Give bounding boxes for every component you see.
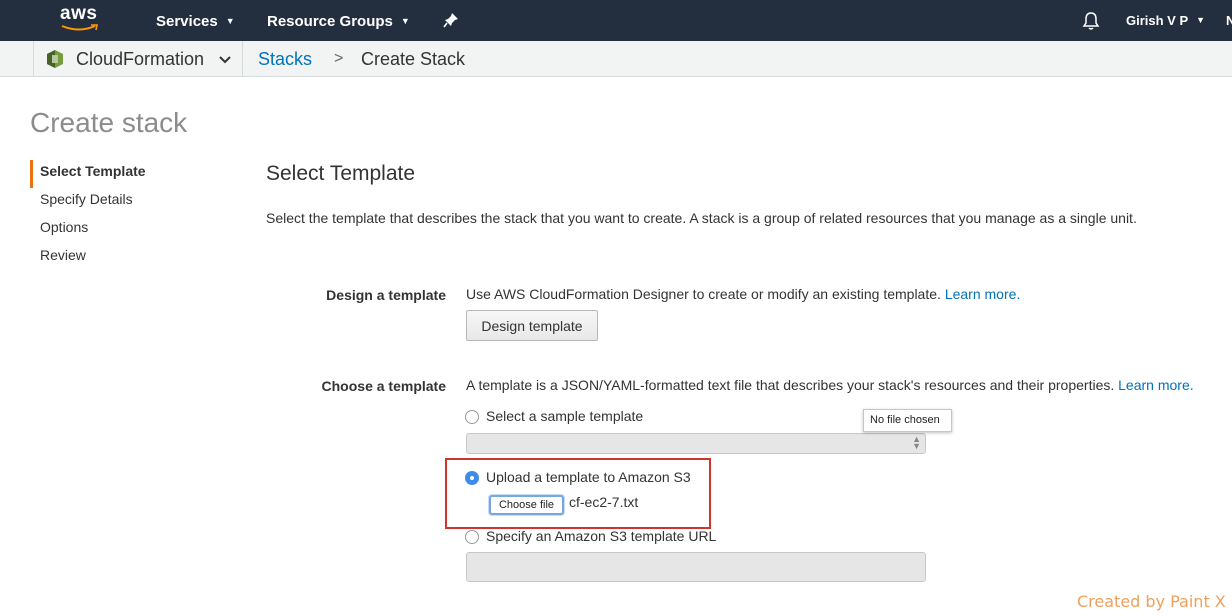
- sample-template-radio[interactable]: [465, 410, 479, 424]
- top-navbar: aws Services ▼ Resource Groups ▼ Girish V …: [0, 0, 1232, 41]
- choose-template-label: Choose a template: [321, 378, 446, 394]
- select-arrows-icon: ▲ ▼: [912, 434, 921, 451]
- s3-url-label[interactable]: Specify an Amazon S3 template URL: [486, 528, 716, 544]
- resource-groups-label: Resource Groups: [267, 13, 393, 30]
- sample-template-label[interactable]: Select a sample template: [486, 408, 643, 424]
- chevron-down-icon: ▼: [1196, 15, 1206, 25]
- breadcrumb-separator: >: [334, 50, 344, 67]
- step-review[interactable]: Review: [30, 244, 146, 272]
- step-select-template[interactable]: Select Template: [30, 160, 146, 188]
- breadcrumb-stacks[interactable]: Stacks: [258, 49, 312, 70]
- services-label: Services: [156, 13, 218, 30]
- choose-file-button[interactable]: Choose file: [489, 495, 564, 515]
- user-name: Girish V P: [1126, 13, 1189, 28]
- resource-groups-menu[interactable]: Resource Groups ▼: [267, 12, 410, 31]
- s3-url-input: [466, 552, 926, 582]
- upload-template-label[interactable]: Upload a template to Amazon S3: [486, 469, 691, 485]
- design-template-text: Use AWS CloudFormation Designer to creat…: [466, 286, 1020, 302]
- bell-icon[interactable]: [1082, 11, 1100, 35]
- file-tooltip: No file chosen: [863, 409, 952, 432]
- cloudformation-icon: [46, 49, 64, 74]
- aws-logo-text: aws: [60, 3, 98, 24]
- upload-template-radio[interactable]: [465, 471, 479, 485]
- service-switcher[interactable]: CloudFormation: [33, 41, 243, 76]
- page-title: Create stack: [30, 107, 188, 138]
- wizard-steps: Select Template Specify Details Options …: [30, 160, 146, 272]
- step-options[interactable]: Options: [30, 216, 146, 244]
- choose-template-text: A template is a JSON/YAML-formatted text…: [466, 377, 1194, 393]
- design-learn-more-link[interactable]: Learn more.: [945, 286, 1020, 302]
- aws-logo[interactable]: aws: [60, 4, 102, 36]
- sample-template-select: ▲ ▼: [466, 433, 926, 454]
- selected-file-name: cf-ec2-7.txt: [569, 494, 639, 510]
- section-title: Select Template: [266, 162, 416, 185]
- watermark: Created by Paint X: [1077, 592, 1226, 611]
- chevron-down-icon: [219, 52, 231, 70]
- user-menu[interactable]: Girish V P ▼: [1126, 13, 1205, 28]
- service-name: CloudFormation: [76, 49, 205, 69]
- chevron-down-icon: ▼: [400, 16, 410, 26]
- pin-icon[interactable]: [443, 12, 459, 32]
- aws-smile-icon: [61, 24, 98, 31]
- region-menu-partial[interactable]: N: [1226, 13, 1232, 28]
- services-menu[interactable]: Services ▼: [156, 12, 235, 31]
- design-template-label: Design a template: [326, 287, 446, 303]
- s3-url-radio[interactable]: [465, 530, 479, 544]
- step-specify-details[interactable]: Specify Details: [30, 188, 146, 216]
- design-template-description: Use AWS CloudFormation Designer to creat…: [466, 286, 941, 302]
- chevron-down-icon: ▼: [225, 16, 235, 26]
- choose-learn-more-link[interactable]: Learn more.: [1118, 377, 1193, 393]
- breadcrumb-current: Create Stack: [361, 49, 466, 69]
- section-description: Select the template that describes the s…: [266, 210, 1137, 226]
- choose-template-description: A template is a JSON/YAML-formatted text…: [466, 377, 1115, 393]
- design-template-button[interactable]: Design template: [466, 310, 598, 341]
- service-bar: CloudFormation Stacks > Create Stack: [0, 41, 1232, 77]
